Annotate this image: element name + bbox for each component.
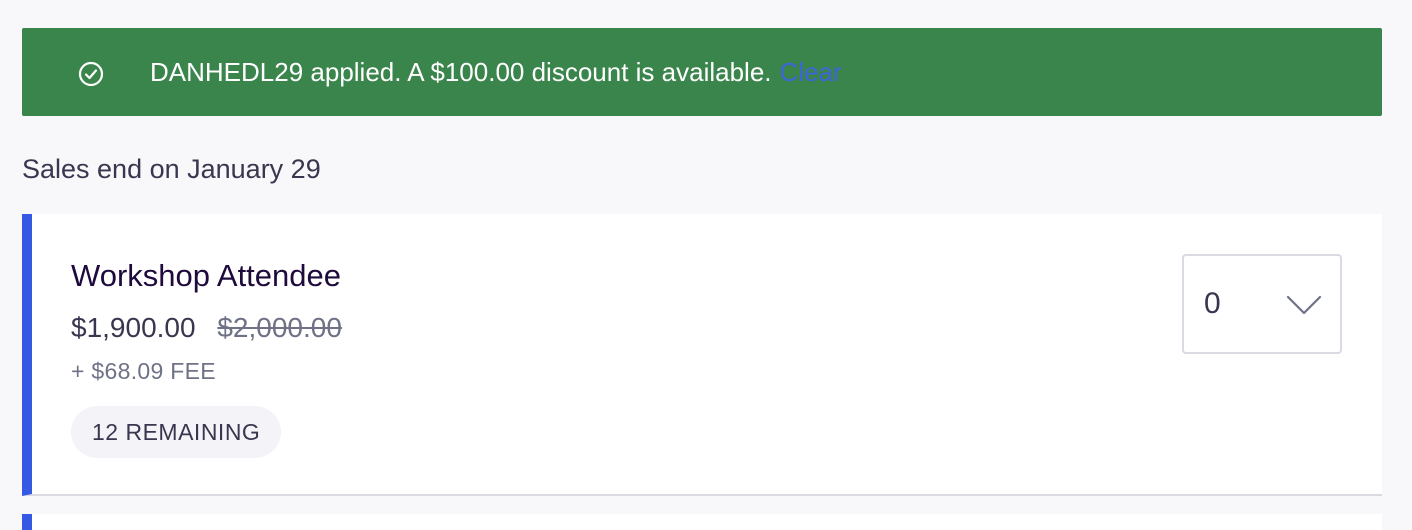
promo-code-message-container: DANHEDL29 applied. A $100.00 discount is… bbox=[150, 28, 842, 116]
clear-promo-link[interactable]: Clear bbox=[780, 57, 842, 87]
ticket-selection-page: DANHEDL29 applied. A $100.00 discount is… bbox=[0, 0, 1412, 530]
ticket-card: Workshop Attendee $1,900.00 $2,000.00 + … bbox=[22, 214, 1382, 496]
fee-text: + $68.09 FEE bbox=[71, 358, 216, 384]
ticket-name: Workshop Attendee bbox=[71, 258, 341, 293]
quantity-value: 0 bbox=[1204, 287, 1221, 320]
promo-code-banner: DANHEDL29 applied. A $100.00 discount is… bbox=[22, 28, 1382, 116]
original-price: $2,000.00 bbox=[217, 312, 342, 343]
discounted-price: $1,900.00 bbox=[71, 312, 196, 343]
promo-code-message: DANHEDL29 applied. A $100.00 discount is… bbox=[150, 57, 772, 87]
next-ticket-card bbox=[22, 514, 1382, 530]
price-row: $1,900.00 $2,000.00 bbox=[71, 312, 342, 344]
quantity-select[interactable]: 0 bbox=[1182, 254, 1342, 354]
sales-end-text: Sales end on January 29 bbox=[22, 154, 321, 184]
chevron-down-icon bbox=[1286, 294, 1322, 316]
check-circle-icon bbox=[78, 61, 104, 87]
remaining-badge: 12 REMAINING bbox=[71, 406, 282, 458]
